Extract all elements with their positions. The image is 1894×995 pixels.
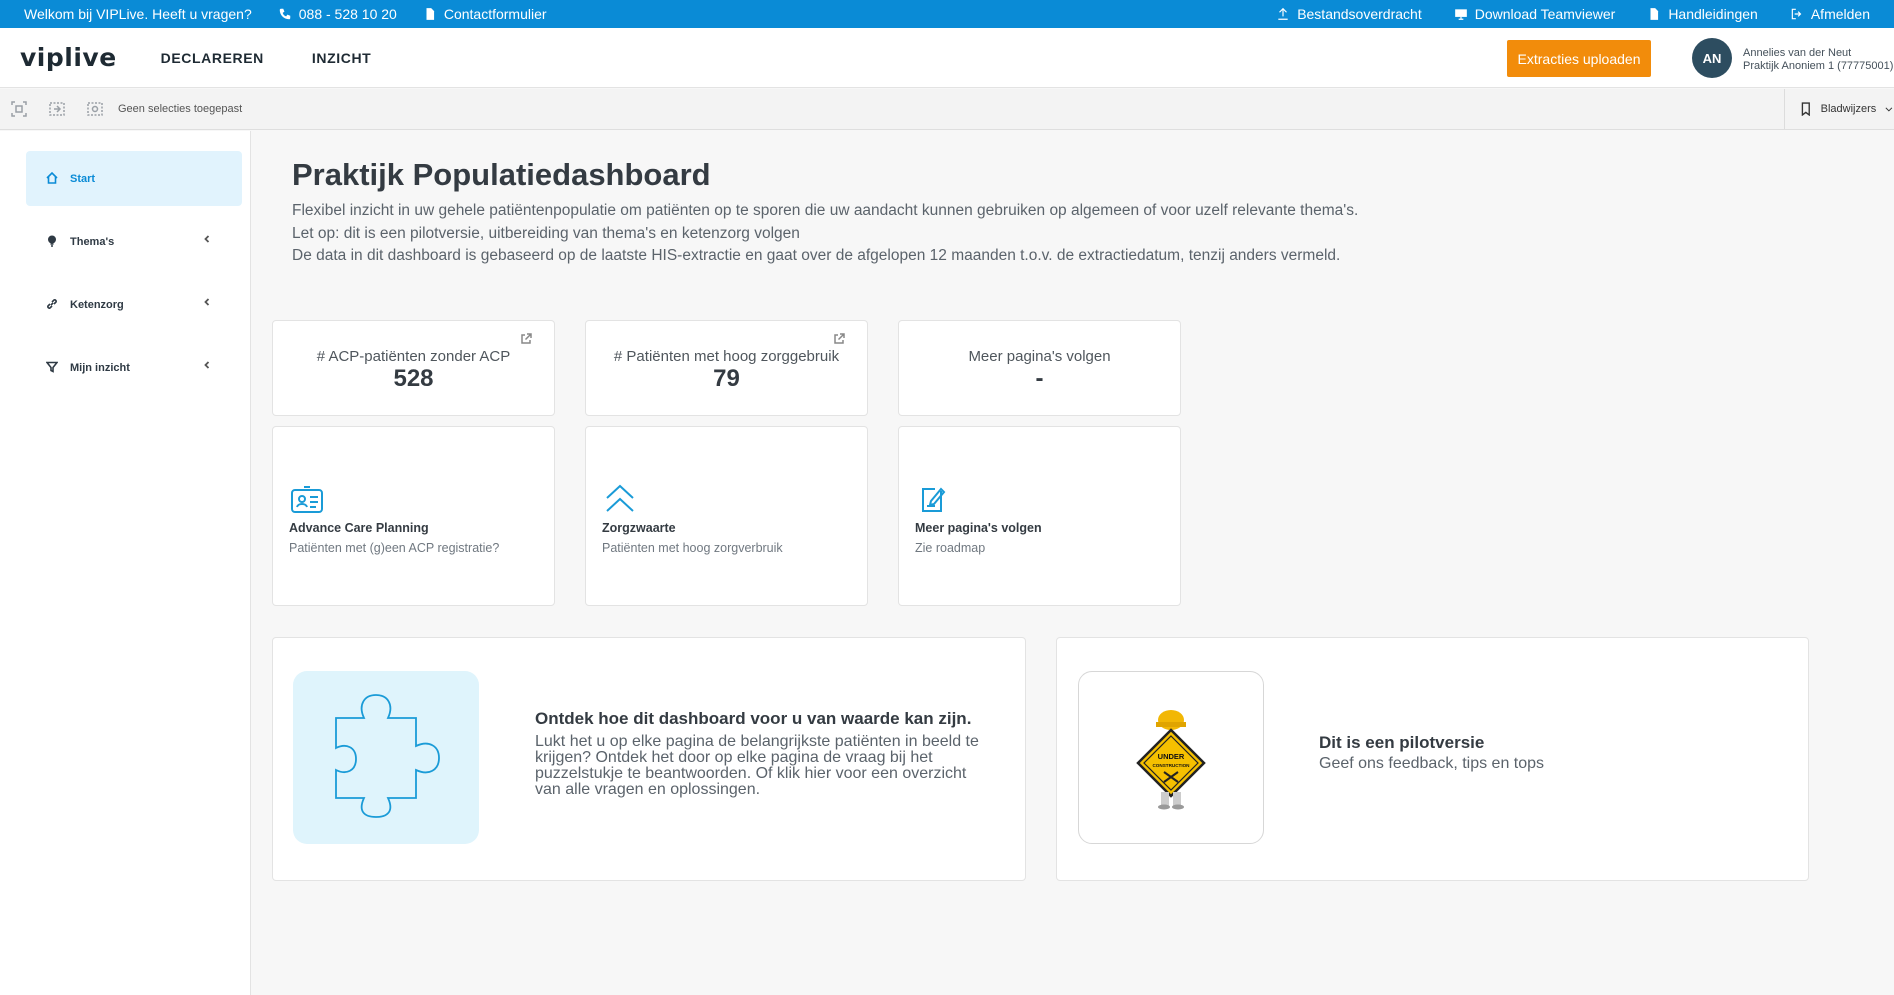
app-header: viplive DECLAREREN INZICHT Extracties up… [0,28,1894,88]
pilot-card-text: Geef ons feedback, tips en tops [1319,755,1545,772]
link-icon [46,298,60,312]
logout-icon [1791,8,1802,20]
user-name: Annelies van der Neut [1743,47,1852,59]
document-icon [426,8,434,20]
intro-text: Flexibel inzicht in uw gehele patiëntenp… [292,200,1358,268]
puzzle-illustration [293,671,479,844]
intro-line: Let op: dit is een pilotversie, uitberei… [292,224,800,242]
manuals-label: Handleidingen [1668,6,1758,22]
main-nav: DECLAREREN INZICHT [161,50,372,66]
practice-name: Praktijk Anoniem 1 (77775001) [1743,60,1894,72]
tile-more-pages[interactable]: Meer pagina's volgen Zie roadmap [898,426,1181,606]
download-teamviewer-link[interactable]: Download Teamviewer [1454,6,1616,22]
tile-title: Meer pagina's volgen [915,521,1042,535]
phone-link[interactable]: 088 - 528 10 20 [278,6,397,22]
bookmark-icon [1801,102,1810,116]
chevron-down-icon [1885,107,1893,112]
document-icon [1650,8,1659,20]
kpi-card-acp[interactable]: # ACP-patiënten zonder ACP 528 [272,320,555,416]
id-card-icon [289,481,325,515]
pilot-card[interactable]: UNDER CONSTRUCTION Dit is een pilotversi… [1056,637,1809,881]
edit-note-icon [915,481,951,515]
kpi-label: # Patiënten met hoog zorggebruik [613,348,840,365]
puzzle-icon [335,693,440,818]
external-link-icon[interactable] [520,332,532,344]
info-card[interactable]: Ontdek hoe dit dashboard voor u van waar… [272,637,1026,881]
kpi-value: - [1035,365,1044,392]
kpi-value: 528 [393,365,434,392]
tile-subtitle: Zie roadmap [915,541,986,555]
user-info[interactable]: Annelies van der Neut Praktijk Anoniem 1… [1743,47,1893,73]
sidebar-item-label: Start [70,172,96,185]
sidebar-item-label: Mijn inzicht [70,361,130,374]
chevron-left-icon [202,297,212,307]
welcome-text: Welkom bij VIPLive. Heeft u vragen? [24,6,252,22]
home-icon [46,171,60,186]
sidebar-item-start[interactable]: Start [26,151,242,206]
contact-label: Contactformulier [443,6,547,22]
avatar[interactable]: AN [1692,38,1732,78]
manuals-link[interactable]: Handleidingen [1647,6,1758,22]
nav-declareren[interactable]: DECLAREREN [161,50,264,66]
info-card-title: Ontdek hoe dit dashboard voor u van waar… [535,709,972,728]
file-transfer-link[interactable]: Bestandsoverdracht [1276,6,1422,22]
kpi-label: # ACP-patiënten zonder ACP [316,348,511,365]
kpi-card-more-pages: Meer pagina's volgen - [898,320,1181,416]
chevron-left-icon [202,234,212,244]
phone-icon [279,8,290,20]
kpi-card-zorggebruik[interactable]: # Patiënten met hoog zorggebruik 79 [585,320,868,416]
smart-search-icon[interactable] [10,100,28,118]
nav-inzicht[interactable]: INZICHT [312,50,371,66]
top-info-bar: Welkom bij VIPLive. Heeft u vragen? 088 … [0,0,1894,28]
filter-icon [46,361,60,375]
selections-bar: Geen selecties toegepast Bladwijzers [0,89,1894,130]
page-title: Praktijk Populatiedashboard [292,157,711,192]
logout-link[interactable]: Afmelden [1790,6,1870,22]
sidebar-item-label: Thema's [70,235,115,248]
phone-number: 088 - 528 10 20 [298,6,397,22]
kpi-value: 79 [713,365,740,392]
file-transfer-label: Bestandsoverdracht [1297,6,1422,22]
under-construction-illustration: UNDER CONSTRUCTION [1078,671,1264,844]
sidebar-item-ketenzorg[interactable]: Ketenzorg [26,277,242,332]
sidebar-item-themas[interactable]: Thema's [26,214,242,269]
kpi-label: Meer pagina's volgen [968,348,1111,365]
upload-extractions-button[interactable]: Extracties uploaden [1507,40,1651,77]
tile-title: Zorgzwaarte [602,521,676,535]
pilot-card-title: Dit is een pilotversie [1319,733,1485,752]
contact-link[interactable]: Contactformulier [423,6,547,22]
monitor-icon [1454,9,1467,20]
intro-line: De data in dit dashboard is gebaseerd op… [292,247,1341,264]
external-link-icon[interactable] [833,332,845,344]
tile-title: Advance Care Planning [289,521,429,535]
bookmarks-button[interactable]: Bladwijzers [1784,89,1894,129]
svg-text:CONSTRUCTION: CONSTRUCTION [1152,763,1190,768]
tile-advance-care-planning[interactable]: Advance Care Planning Patiënten met (g)e… [272,426,555,606]
chevron-left-icon [202,360,212,370]
bookmarks-label: Bladwijzers [1820,103,1877,115]
info-card-text: Lukt het u op elke pagina de belangrijks… [535,733,979,798]
double-chevron-up-icon [602,481,638,515]
sidebar: Start Thema's Ketenzorg Mijn inzicht [0,131,251,995]
selection-status: Geen selecties toegepast [118,103,243,115]
tile-subtitle: Patiënten met hoog zorgverbruik [602,541,783,555]
tile-subtitle: Patiënten met (g)een ACP registratie? [289,541,500,555]
logout-label: Afmelden [1810,6,1870,22]
viplive-logo[interactable]: viplive [20,43,117,72]
upload-icon [1278,7,1288,20]
tile-zorgzwaarte[interactable]: Zorgzwaarte Patiënten met hoog zorgverbr… [585,426,868,606]
step-back-icon[interactable] [48,100,66,118]
sidebar-item-mijn-inzicht[interactable]: Mijn inzicht [26,340,242,395]
sidebar-item-label: Ketenzorg [70,298,124,311]
construction-worker-icon: UNDER CONSTRUCTION [1136,709,1206,809]
lightbulb-icon [46,234,60,249]
clear-selections-icon[interactable] [86,100,104,118]
download-teamviewer-label: Download Teamviewer [1474,6,1616,22]
intro-line: Flexibel inzicht in uw gehele patiëntenp… [292,202,1359,219]
svg-text:UNDER: UNDER [1158,752,1185,761]
